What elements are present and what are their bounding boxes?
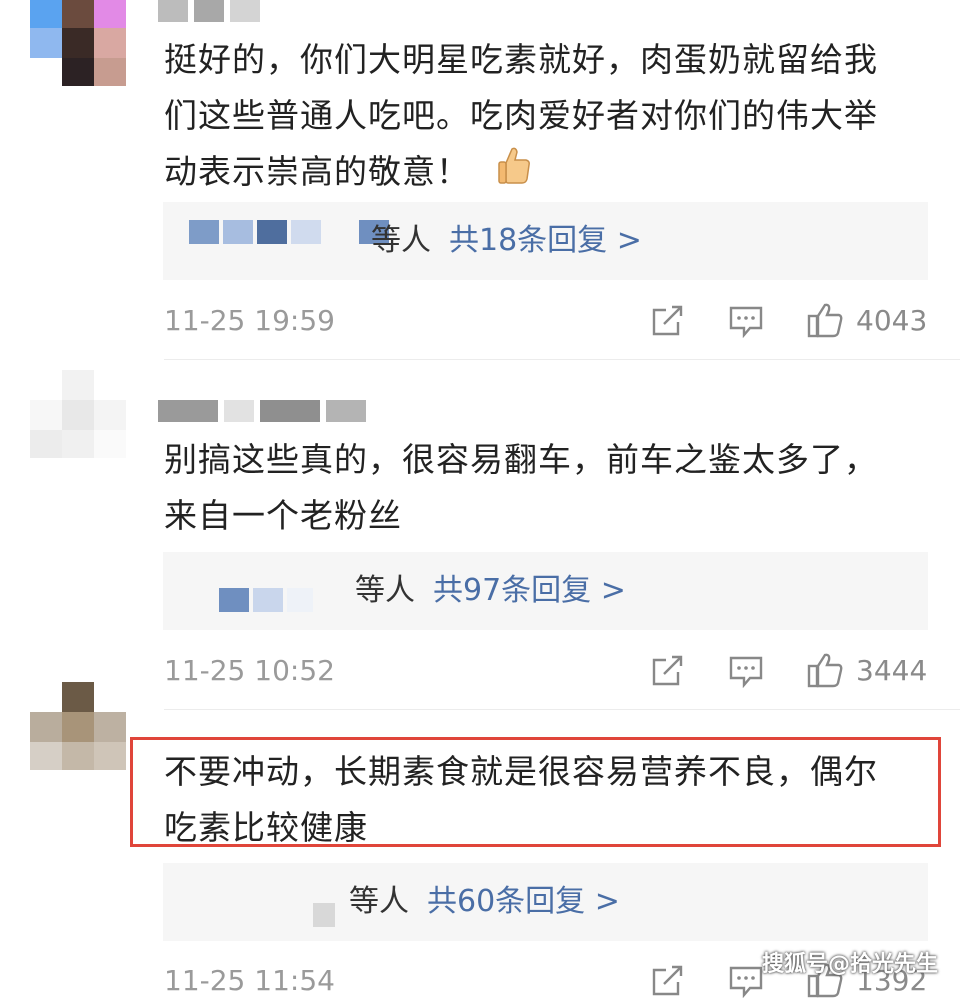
avatar[interactable]	[30, 0, 126, 86]
reply-users-label: 等人	[371, 223, 431, 258]
comment-text: 挺好的，你们大明星吃素就好，肉蛋奶就留给我 们这些普通人吃吧。吃肉爱好者对你们的…	[164, 32, 924, 202]
like-icon[interactable]	[806, 302, 844, 342]
comment-icon[interactable]	[728, 964, 764, 1002]
reply-users-label: 等人	[349, 884, 409, 919]
comment-line: 来自一个老粉丝	[164, 496, 402, 535]
comment-line: 挺好的，你们大明星吃素就好，肉蛋奶就留给我	[164, 40, 878, 79]
avatar[interactable]	[30, 370, 126, 458]
view-replies-link[interactable]: 共18条回复 >	[449, 223, 642, 258]
reply-preview[interactable]: 等人 共97条回复 >	[163, 552, 928, 630]
avatar[interactable]	[30, 682, 126, 770]
comment-line: 动表示崇高的敬意！	[164, 144, 924, 202]
view-replies-link[interactable]: 共97条回复 >	[433, 573, 626, 608]
username-blurred[interactable]	[158, 0, 260, 22]
comment-timestamp: 11-25 19:59	[164, 304, 335, 337]
comment-timestamp: 11-25 11:54	[164, 964, 335, 997]
thumbs-up-emoji	[496, 145, 532, 202]
comment-2: 别搞这些真的，很容易翻车，前车之鉴太多了， 来自一个老粉丝 等人 共97条回复 >…	[0, 360, 960, 710]
username-blurred[interactable]	[158, 400, 366, 422]
share-icon[interactable]	[650, 964, 686, 1002]
reply-preview[interactable]: 等人 共60条回复 >	[163, 863, 928, 941]
share-icon[interactable]	[650, 304, 686, 342]
highlight-box	[130, 737, 941, 847]
view-replies-link[interactable]: 共60条回复 >	[427, 884, 620, 919]
watermark: 搜狐号@拾光先生	[761, 952, 938, 977]
like-count: 4043	[856, 304, 928, 337]
comment-icon[interactable]	[728, 304, 764, 342]
comment-1: 挺好的，你们大明星吃素就好，肉蛋奶就留给我 们这些普通人吃吧。吃肉爱好者对你们的…	[0, 0, 960, 360]
reply-users-label: 等人	[355, 573, 415, 608]
comment-text: 别搞这些真的，很容易翻车，前车之鉴太多了， 来自一个老粉丝	[164, 432, 924, 544]
comment-line: 们这些普通人吃吧。吃肉爱好者对你们的伟大举	[164, 96, 878, 135]
comment-line: 别搞这些真的，很容易翻车，前车之鉴太多了，	[164, 440, 878, 479]
reply-preview[interactable]: 等人 共18条回复 >	[163, 202, 928, 280]
